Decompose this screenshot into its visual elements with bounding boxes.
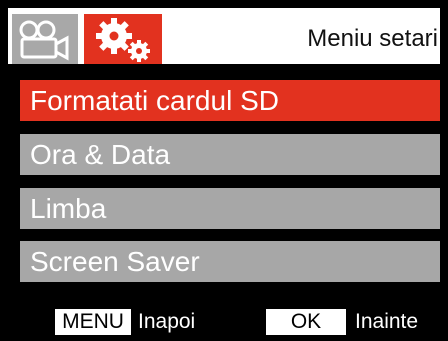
page-title: Meniu setari xyxy=(307,25,438,52)
menu-item-time-date[interactable]: Ora & Data xyxy=(20,134,440,175)
menu-item-language[interactable]: Limba xyxy=(20,188,440,229)
menu-key-badge[interactable]: MENU xyxy=(55,309,131,335)
ok-key-badge[interactable]: OK xyxy=(266,309,346,335)
footer-bar: MENU Inapoi OK Inainte xyxy=(0,290,448,341)
back-label: Inapoi xyxy=(138,310,196,333)
menu-item-format-sd[interactable]: Formatati cardul SD xyxy=(20,80,440,121)
gears-icon xyxy=(96,18,150,62)
next-label: Inainte xyxy=(355,310,419,333)
menu-item-screen-saver[interactable]: Screen Saver xyxy=(20,241,440,282)
settings-screen: Meniu setari Formatati cardul SD Ora & D… xyxy=(0,0,448,341)
header-bar: Meniu setari xyxy=(8,8,440,64)
tab-video[interactable] xyxy=(12,14,78,64)
tab-settings[interactable] xyxy=(84,14,162,64)
video-camera-icon xyxy=(19,20,69,61)
